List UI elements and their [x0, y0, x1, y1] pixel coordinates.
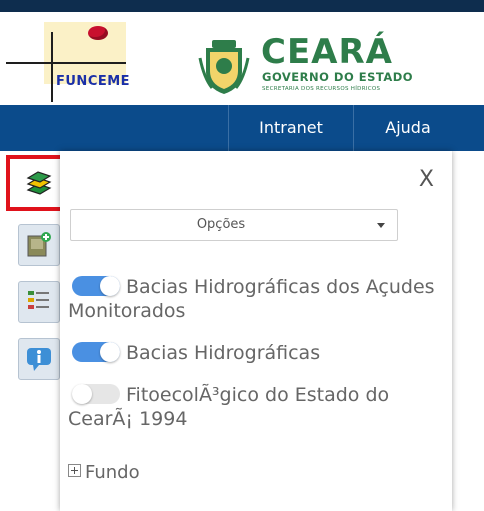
layer-toggle-bacias[interactable] [72, 342, 120, 362]
add-layer-tool-button[interactable] [18, 224, 60, 266]
funceme-logo[interactable]: FUNCEME [6, 22, 166, 102]
funceme-logo-dot [88, 26, 108, 40]
fundo-group[interactable]: Fundo [68, 461, 140, 485]
layer-item-bacias-acudes: Bacias Hidrográficas dos Açudes Monitora… [68, 275, 438, 323]
top-strip [0, 0, 484, 12]
layer-toggle-fitoecologico[interactable] [72, 384, 120, 404]
legend-icon [28, 291, 49, 309]
info-tool-button[interactable] [18, 338, 60, 380]
funceme-logo-hline [6, 62, 126, 64]
layers-panel: X Opções Bacias Hidrográficas dos Açudes… [60, 151, 452, 511]
info-icon [27, 348, 51, 371]
fundo-label: Fundo [85, 462, 140, 483]
toggle-knob [72, 384, 92, 404]
ceara-subtitle: GOVERNO DO ESTADO [262, 70, 414, 84]
site-header: FUNCEME CEARÁ GOVERNO DO ESTADO SECRETAR… [0, 12, 484, 105]
layer-toggle-bacias-acudes[interactable] [72, 276, 120, 296]
layer-label: Bacias Hidrográficas dos Açudes Monitora… [68, 276, 435, 322]
layer-item-fitoecologico: FitoecolÃ³gico do Estado do CearÃ¡ 1994 [68, 383, 438, 431]
expand-plus-icon[interactable] [68, 464, 81, 477]
toggle-knob [100, 342, 120, 362]
ceara-secretaria: SECRETARIA DOS RECURSOS HÍDRICOS [262, 86, 381, 92]
funceme-logo-vline [51, 32, 53, 102]
ceara-logo[interactable]: CEARÁ GOVERNO DO ESTADO SECRETARIA DOS R… [198, 30, 448, 100]
close-panel-button[interactable]: X [419, 167, 434, 192]
options-select[interactable]: Opções [70, 209, 398, 241]
layer-label: Bacias Hidrográficas [126, 342, 321, 364]
ceara-seal-icon [198, 40, 250, 94]
main-nav: Intranet Ajuda [0, 105, 484, 151]
options-select-value: Opções [196, 217, 246, 232]
ceara-title: CEARÁ [261, 32, 393, 72]
add-layer-icon [27, 232, 51, 257]
chevron-down-icon [377, 223, 385, 228]
layer-item-bacias: Bacias Hidrográficas [68, 341, 438, 365]
funceme-logo-text: FUNCEME [56, 74, 131, 89]
toggle-knob [100, 276, 120, 296]
nav-intranet-link[interactable]: Intranet [228, 105, 354, 151]
legend-tool-button[interactable] [18, 281, 60, 323]
nav-ajuda-link[interactable]: Ajuda [353, 105, 463, 151]
